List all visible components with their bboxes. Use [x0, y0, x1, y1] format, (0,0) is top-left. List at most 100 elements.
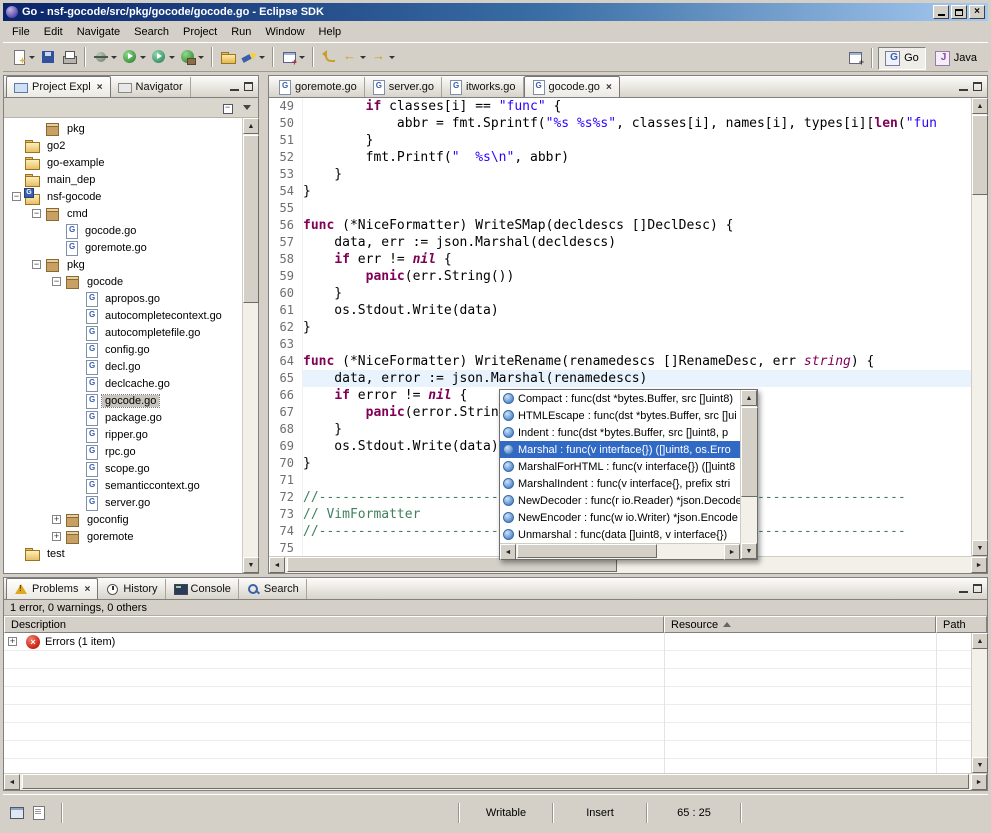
column-header-resource[interactable]: Resource: [664, 616, 936, 633]
code-line-64[interactable]: 64func (*NiceFormatter) WriteRename(rena…: [269, 353, 971, 370]
code-line-57[interactable]: 57 data, err := json.Marshal(decldescs): [269, 234, 971, 251]
tree-item-semanticcontext-go[interactable]: semanticcontext.go: [4, 477, 242, 494]
dropdown-arrow-icon[interactable]: [198, 56, 204, 59]
explorer-vscrollbar[interactable]: ▲ ▼: [242, 118, 258, 573]
tree-item-rpc-go[interactable]: rpc.go: [4, 443, 242, 460]
scrollbar-thumb[interactable]: [517, 544, 657, 558]
scrollbar-thumb[interactable]: [972, 115, 988, 195]
scrollbar-thumb[interactable]: [243, 135, 259, 303]
collapse-all-icon[interactable]: [222, 101, 236, 115]
autocomplete-item[interactable]: Compact : func(dst *bytes.Buffer, src []…: [500, 390, 740, 407]
code-line-62[interactable]: 62}: [269, 319, 971, 336]
scrollbar-thumb[interactable]: [741, 407, 758, 497]
autocomplete-hscrollbar[interactable]: ◄ ►: [500, 543, 740, 559]
scroll-down-icon[interactable]: ▼: [741, 543, 757, 559]
tree-item-ripper-go[interactable]: ripper.go: [4, 426, 242, 443]
tab-history[interactable]: History: [98, 579, 165, 599]
tree-item-decl-go[interactable]: decl.go: [4, 358, 242, 375]
debug-button[interactable]: [91, 47, 119, 67]
code-line-63[interactable]: 63: [269, 336, 971, 353]
tree-item-declcache-go[interactable]: declcache.go: [4, 375, 242, 392]
scroll-right-icon[interactable]: ►: [971, 774, 987, 790]
code-line-53[interactable]: 53 }: [269, 166, 971, 183]
code-line-65[interactable]: 65 data, error := json.Marshal(renamedes…: [269, 370, 971, 387]
code-line-61[interactable]: 61 os.Stdout.Write(data): [269, 302, 971, 319]
run-history-button[interactable]: [149, 47, 177, 67]
run-button[interactable]: [120, 47, 148, 67]
menu-item-edit[interactable]: Edit: [37, 24, 70, 40]
scroll-left-icon[interactable]: ◄: [500, 544, 516, 560]
problems-row-errors[interactable]: +×Errors (1 item): [4, 633, 971, 651]
tree-item-goremote-go[interactable]: goremote.go: [4, 239, 242, 256]
close-tab-icon[interactable]: ×: [606, 82, 612, 93]
tab-console[interactable]: Console: [166, 579, 239, 599]
title-bar[interactable]: Go - nsf-gocode/src/pkg/gocode/gocode.go…: [3, 3, 988, 21]
expander-minus-icon[interactable]: −: [52, 277, 61, 286]
maximize-view-icon[interactable]: [973, 584, 982, 593]
tree-item-go-example[interactable]: go-example: [4, 154, 242, 171]
search-button[interactable]: [239, 47, 267, 67]
autocomplete-item[interactable]: MarshalForHTML : func(v interface{}) ([]…: [500, 458, 740, 475]
tree-item-pkg[interactable]: −pkg: [4, 256, 242, 273]
tree-item-main-dep[interactable]: main_dep: [4, 171, 242, 188]
tab-project-expl[interactable]: Project Expl×: [6, 76, 111, 97]
autocomplete-vscrollbar[interactable]: ▲ ▼: [740, 390, 757, 559]
tree-item-nsf-gocode[interactable]: −nsf-gocode: [4, 188, 242, 205]
code-line-58[interactable]: 58 if err != nil {: [269, 251, 971, 268]
expander-plus-icon[interactable]: +: [52, 532, 61, 541]
tree-item-autocompletefile-go[interactable]: autocompletefile.go: [4, 324, 242, 341]
menu-item-file[interactable]: File: [5, 24, 37, 40]
maximize-button[interactable]: [951, 5, 967, 19]
editor-vscrollbar[interactable]: ▲ ▼: [971, 98, 987, 556]
scroll-down-icon[interactable]: ▼: [972, 540, 988, 556]
perspective-go[interactable]: Go: [878, 47, 926, 70]
tab-navigator[interactable]: Navigator: [111, 77, 191, 97]
tree-item-gocode[interactable]: −gocode: [4, 273, 242, 290]
scroll-left-icon[interactable]: ◄: [4, 774, 20, 790]
open-resource-button[interactable]: [218, 47, 238, 67]
tree-item-config-go[interactable]: config.go: [4, 341, 242, 358]
autocomplete-item[interactable]: Unmarshal : func(data []uint8, v interfa…: [500, 526, 740, 543]
tree-item-apropos-go[interactable]: apropos.go: [4, 290, 242, 307]
editor-tab-goremote-go[interactable]: goremote.go: [271, 77, 365, 97]
menu-item-navigate[interactable]: Navigate: [70, 24, 127, 40]
dropdown-arrow-icon[interactable]: [169, 56, 175, 59]
column-header-path[interactable]: Path: [936, 616, 987, 633]
tree-item-cmd[interactable]: −cmd: [4, 205, 242, 222]
minimize-view-icon[interactable]: [230, 82, 239, 91]
dropdown-arrow-icon[interactable]: [29, 56, 35, 59]
minimize-view-icon[interactable]: [959, 82, 968, 91]
code-line-55[interactable]: 55: [269, 200, 971, 217]
code-line-49[interactable]: 49 if classes[i] == "func" {: [269, 98, 971, 115]
tree-item-autocompletecontext-go[interactable]: autocompletecontext.go: [4, 307, 242, 324]
scroll-up-icon[interactable]: ▲: [243, 118, 259, 134]
maximize-view-icon[interactable]: [973, 82, 982, 91]
menu-item-run[interactable]: Run: [224, 24, 258, 40]
code-line-52[interactable]: 52 fmt.Printf(" %s\n", abbr): [269, 149, 971, 166]
menu-item-help[interactable]: Help: [312, 24, 349, 40]
problems-vscrollbar[interactable]: ▲ ▼: [971, 633, 987, 773]
back-button[interactable]: [340, 47, 368, 67]
print-button[interactable]: [59, 47, 79, 67]
close-tab-icon[interactable]: ×: [84, 584, 90, 595]
expander-minus-icon[interactable]: −: [12, 192, 21, 201]
tree-item-package-go[interactable]: package.go: [4, 409, 242, 426]
autocomplete-item[interactable]: MarshalIndent : func(v interface{}, pref…: [500, 475, 740, 492]
tab-search[interactable]: Search: [239, 579, 307, 599]
expander-plus-icon[interactable]: +: [52, 515, 61, 524]
column-header-description[interactable]: Description: [4, 616, 664, 633]
tree-item-goconfig[interactable]: +goconfig: [4, 511, 242, 528]
tree-item-pkg[interactable]: pkg: [4, 120, 242, 137]
minimize-view-icon[interactable]: [959, 584, 968, 593]
view-menu-icon[interactable]: [243, 105, 251, 110]
autocomplete-item[interactable]: NewEncoder : func(w io.Writer) *json.Enc…: [500, 509, 740, 526]
menu-item-project[interactable]: Project: [176, 24, 224, 40]
scroll-down-icon[interactable]: ▼: [972, 757, 988, 773]
tree-item-test[interactable]: test: [4, 545, 242, 562]
autocomplete-item[interactable]: Indent : func(dst *bytes.Buffer, src []u…: [500, 424, 740, 441]
tree-item-server-go[interactable]: server.go: [4, 494, 242, 511]
scrollbar-track[interactable]: [20, 774, 971, 790]
new-go-element-button[interactable]: [279, 47, 307, 67]
menu-item-search[interactable]: Search: [127, 24, 176, 40]
scrollbar-thumb[interactable]: [22, 774, 969, 789]
